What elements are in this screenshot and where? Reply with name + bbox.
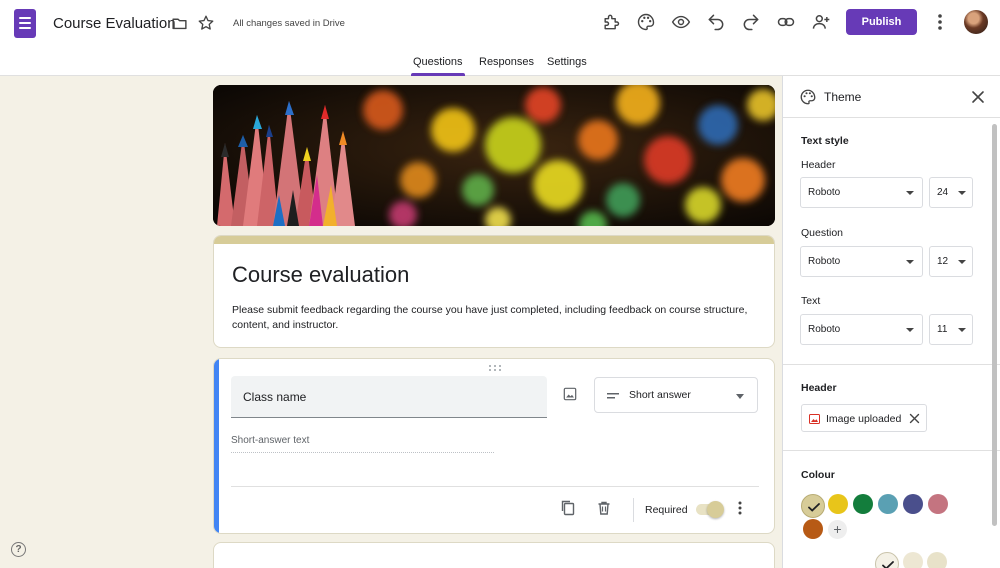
more-options-icon[interactable]	[931, 12, 949, 32]
undo-icon[interactable]	[706, 12, 726, 32]
chevron-down-icon	[906, 191, 914, 195]
tab-questions[interactable]: Questions	[411, 56, 465, 76]
colour-swatch-selected[interactable]	[801, 494, 825, 518]
folder-icon[interactable]	[171, 15, 188, 32]
toggle-knob	[707, 501, 724, 518]
star-icon[interactable]	[197, 14, 215, 32]
publish-button[interactable]: Publish	[846, 9, 917, 35]
check-icon	[882, 561, 894, 568]
background-swatch[interactable]	[927, 552, 947, 568]
colour-heading: Colour	[801, 469, 835, 481]
drag-handle-icon[interactable]	[488, 364, 502, 372]
header-font-value: Roboto	[808, 187, 841, 198]
question-title: Class name	[243, 390, 307, 404]
chevron-down-icon	[958, 191, 966, 195]
add-ons-icon[interactable]	[601, 12, 621, 32]
chevron-down-icon	[958, 328, 966, 332]
header-size-value: 24	[937, 187, 949, 198]
header-section-heading: Header	[801, 382, 837, 394]
colour-swatch[interactable]	[903, 494, 923, 514]
form-description[interactable]: Please submit feedback regarding the cou…	[232, 303, 762, 332]
question-title-input[interactable]: Class name	[231, 376, 547, 418]
question-size-value: 12	[937, 256, 949, 267]
remove-image-icon[interactable]	[909, 413, 920, 424]
add-colour-button[interactable]: +	[828, 520, 847, 539]
chevron-down-icon	[736, 394, 744, 399]
chevron-down-icon	[906, 260, 914, 264]
image-icon	[809, 414, 820, 424]
form-title-card[interactable]: Course evaluation Please submit feedback…	[213, 235, 775, 348]
colour-swatch[interactable]	[828, 494, 848, 514]
text-font-value: Roboto	[808, 324, 841, 335]
forms-logo-icon[interactable]	[14, 9, 36, 38]
close-icon[interactable]	[970, 89, 986, 105]
top-bar: Course Evaluation All changes saved in D…	[0, 0, 1000, 76]
required-toggle[interactable]	[696, 501, 724, 518]
colour-swatch[interactable]	[803, 519, 823, 539]
question-size-select[interactable]: 12	[929, 246, 973, 277]
theme-color-strip	[214, 236, 774, 244]
short-answer-icon	[607, 393, 619, 399]
more-options-icon[interactable]	[735, 500, 745, 516]
form-tabs: Questions Responses Settings	[0, 56, 1000, 76]
answer-placeholder: Short-answer text	[231, 435, 494, 453]
text-font-select[interactable]: Roboto	[800, 314, 923, 345]
avatar[interactable]	[964, 10, 988, 34]
background-swatch-selected[interactable]	[875, 552, 899, 568]
link-icon[interactable]	[776, 12, 796, 32]
form-title[interactable]: Course evaluation	[232, 262, 409, 288]
colour-swatch[interactable]	[853, 494, 873, 514]
theme-panel-title: Theme	[824, 90, 862, 104]
scrollbar[interactable]	[992, 124, 997, 526]
chevron-down-icon	[906, 328, 914, 332]
save-status: All changes saved in Drive	[233, 18, 345, 29]
question-card[interactable]: Class name Short answer Short-answer tex…	[213, 358, 775, 534]
divider	[783, 450, 1000, 451]
text-size-value: 11	[937, 324, 948, 335]
tab-responses[interactable]: Responses	[479, 56, 534, 68]
active-question-indicator	[214, 359, 219, 533]
add-collaborator-icon[interactable]	[811, 12, 831, 32]
redo-icon[interactable]	[741, 12, 761, 32]
question-font-select[interactable]: Roboto	[800, 246, 923, 277]
text-style-heading: Text style	[801, 135, 849, 147]
divider	[783, 364, 1000, 365]
text-size-select[interactable]: 11	[929, 314, 973, 345]
divider	[633, 498, 634, 522]
add-image-icon[interactable]	[563, 387, 577, 401]
question-style-label: Question	[801, 227, 844, 239]
colour-swatch[interactable]	[928, 494, 948, 514]
header-font-select[interactable]: Roboto	[800, 177, 923, 208]
header-banner-image	[213, 85, 775, 226]
question-font-value: Roboto	[808, 256, 841, 267]
palette-icon[interactable]	[636, 12, 656, 32]
divider	[231, 486, 759, 487]
chevron-down-icon	[958, 260, 966, 264]
required-label: Required	[645, 504, 688, 516]
background-swatch[interactable]	[903, 552, 923, 568]
palette-icon	[800, 89, 816, 105]
question-type-select[interactable]: Short answer	[594, 377, 758, 413]
question-type-label: Short answer	[629, 389, 691, 401]
colour-swatch[interactable]	[878, 494, 898, 514]
tab-settings[interactable]: Settings	[547, 56, 587, 68]
text-style-label: Text	[801, 295, 821, 307]
help-icon[interactable]: ?	[11, 542, 26, 557]
theme-panel-header: Theme	[783, 76, 1000, 118]
theme-panel: Theme Text style Header Roboto 24 Questi…	[782, 76, 1000, 568]
header-size-select[interactable]: 24	[929, 177, 973, 208]
duplicate-icon[interactable]	[560, 500, 576, 516]
header-style-label: Header	[801, 159, 836, 171]
header-image-label: Image uploaded	[826, 413, 902, 425]
check-icon	[808, 503, 820, 512]
header-image-chip[interactable]: Image uploaded	[801, 404, 927, 432]
preview-icon[interactable]	[671, 12, 691, 32]
delete-icon[interactable]	[596, 500, 612, 516]
document-title[interactable]: Course Evaluation	[53, 15, 176, 32]
next-question-card[interactable]	[213, 542, 775, 568]
